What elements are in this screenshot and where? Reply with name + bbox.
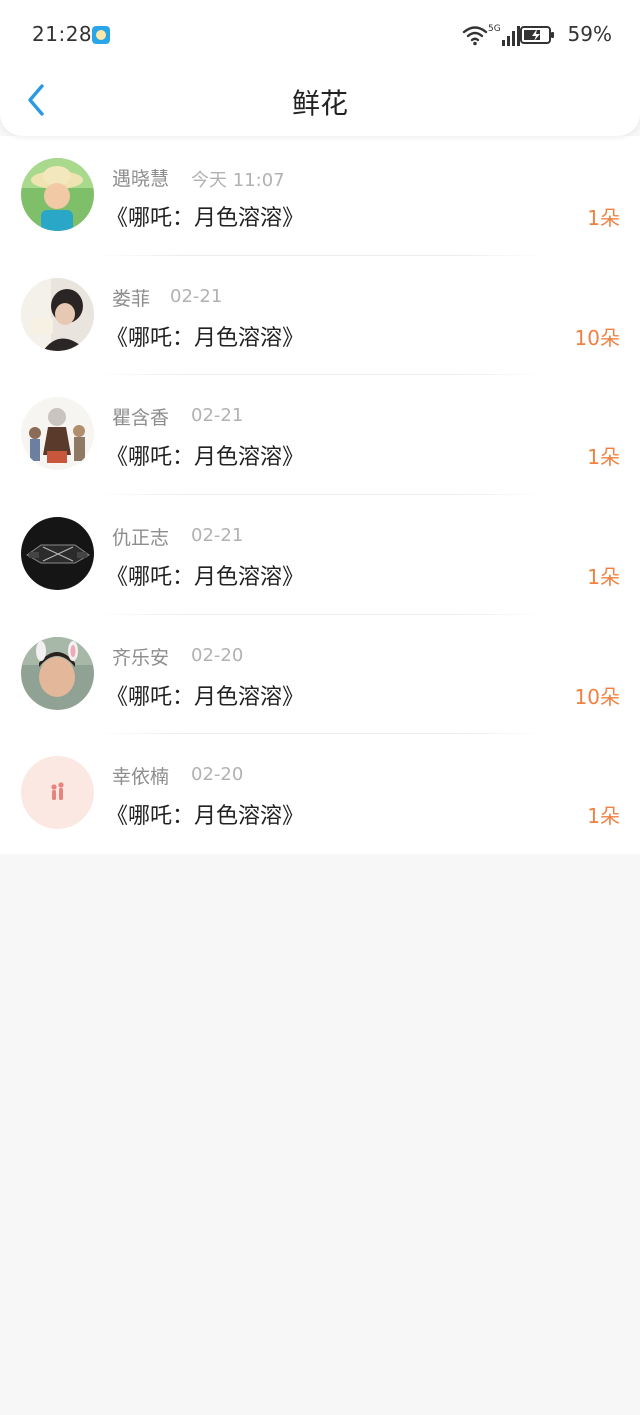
gift-row[interactable]: 仇正志 02-21 《哪吒：月色溶溶》 1朵 [0, 495, 640, 615]
sender-name: 遇晓慧 [112, 168, 170, 190]
work-title: 《哪吒：月色溶溶》 [106, 804, 305, 830]
send-date: 今天 11:07 [191, 170, 285, 191]
sender-name: 幸依楠 [112, 766, 170, 789]
gift-row[interactable]: 齐乐安 02-20 《哪吒：月色溶溶》 10朵 [0, 615, 640, 735]
avatar[interactable] [21, 277, 94, 351]
page-title: 鲜花 [291, 87, 348, 120]
send-date: 02-20 [191, 644, 244, 666]
status-time: 21:28 [32, 22, 93, 46]
gift-row[interactable]: 娄菲 02-21 《哪吒：月色溶溶》 10朵 [0, 256, 640, 376]
sender-name: 瞿含香 [112, 407, 170, 430]
flower-count: 1朵 [587, 206, 620, 230]
avatar[interactable] [21, 636, 94, 710]
send-date: 02-20 [191, 764, 244, 786]
flower-count: 1朵 [587, 804, 620, 829]
flower-gift-list: 遇晓慧 今天 11:07 《哪吒：月色溶溶》 1朵 娄菲 02-21 《哪吒：月… [0, 136, 640, 854]
gift-row[interactable]: 瞿含香 02-21 《哪吒：月色溶溶》 1朵 [0, 375, 640, 496]
wifi-icon [462, 26, 488, 46]
nav-bar: 鲜花 [0, 70, 640, 134]
flower-count: 1朵 [587, 445, 620, 470]
battery-percentage: 59% [567, 22, 612, 46]
work-title: 《哪吒：月色溶溶》 [106, 325, 305, 351]
avatar[interactable] [21, 517, 94, 591]
app-notification-icon [92, 26, 110, 44]
gift-row[interactable]: 遇晓慧 今天 11:07 《哪吒：月色溶溶》 1朵 [0, 136, 640, 256]
avatar[interactable] [21, 397, 94, 471]
cellular-signal-icon: 5G [488, 24, 520, 46]
work-title: 《哪吒：月色溶溶》 [106, 445, 305, 471]
work-title: 《哪吒：月色溶溶》 [106, 684, 305, 710]
sender-name: 娄菲 [112, 287, 151, 310]
send-date: 02-21 [191, 405, 244, 427]
battery-icon [520, 26, 554, 44]
work-title: 《哪吒：月色溶溶》 [106, 565, 305, 591]
gift-row[interactable]: 幸依楠 02-20 《哪吒：月色溶溶》 1朵 [0, 734, 640, 854]
header: 21:28 5G 59% 鲜花 [0, 0, 640, 136]
sender-name: 齐乐安 [112, 646, 170, 669]
avatar[interactable] [21, 756, 94, 830]
flower-count: 10朵 [574, 325, 620, 350]
svg-text:5G: 5G [488, 24, 501, 34]
send-date: 02-21 [191, 525, 244, 547]
flower-count: 10朵 [574, 684, 620, 709]
status-bar: 21:28 5G 59% [0, 0, 640, 70]
avatar[interactable] [21, 158, 94, 231]
work-title: 《哪吒：月色溶溶》 [106, 206, 305, 231]
send-date: 02-21 [170, 285, 223, 307]
sender-name: 仇正志 [112, 527, 170, 550]
flower-count: 1朵 [587, 565, 620, 590]
